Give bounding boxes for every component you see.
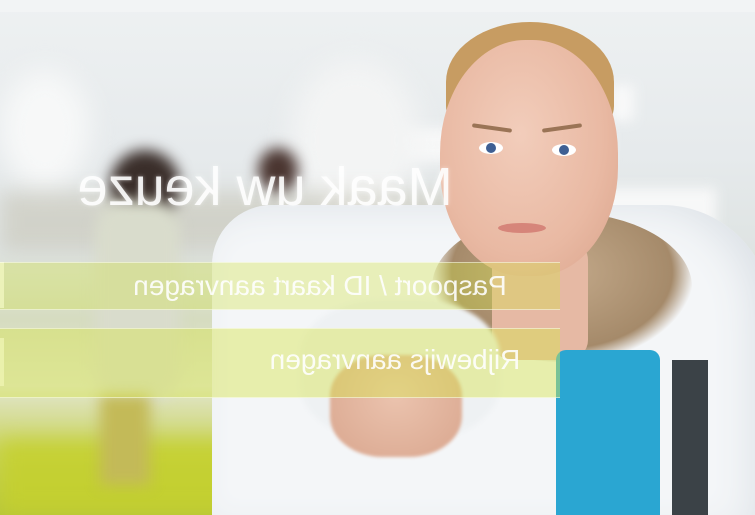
eye [479, 142, 503, 154]
background-person-legs [100, 395, 150, 485]
screen-title: Maak uw keuze [77, 157, 453, 217]
option-label-license: Rijbewijs aanvragen [269, 344, 521, 375]
ceiling [0, 0, 755, 12]
blue-shirt [556, 350, 660, 515]
mouth [498, 223, 546, 233]
eye [552, 144, 576, 156]
photo-scene: Maak uw keuze Paspoort / ID kaart aanvra… [0, 0, 755, 515]
option-label-passport: Paspoort / ID kaart aanvragen [133, 270, 507, 301]
bag-strap [672, 360, 708, 515]
